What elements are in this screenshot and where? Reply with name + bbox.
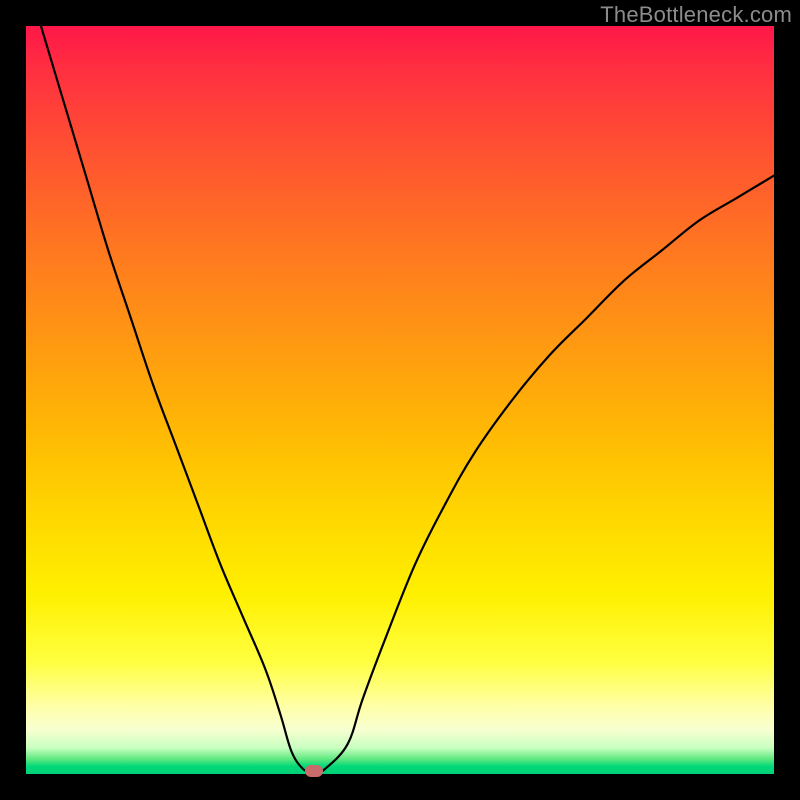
optimal-point-marker (305, 765, 323, 777)
curve-svg (26, 26, 774, 774)
chart-frame: TheBottleneck.com (0, 0, 800, 800)
bottleneck-curve (41, 26, 774, 772)
watermark-text: TheBottleneck.com (600, 2, 792, 28)
plot-area (26, 26, 774, 774)
